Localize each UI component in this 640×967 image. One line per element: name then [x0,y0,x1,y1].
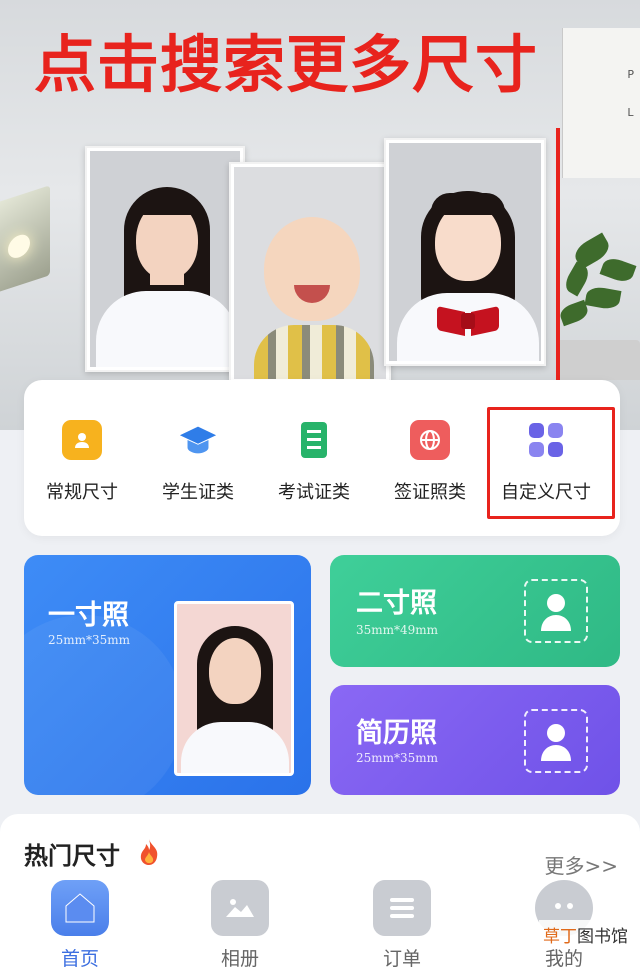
nav-album[interactable]: 相册 [200,880,280,967]
plant-decoration [540,230,640,380]
sample-photo-baby [229,162,391,384]
hero-banner: PL 点击搜索更多尺寸 [0,0,640,430]
one-inch-sample-photo [174,601,294,776]
globe-icon [410,420,450,460]
two-inch-photo-card[interactable]: 二寸照 35mm*49mm [330,555,620,667]
category-label: 学生证类 [162,482,234,503]
hero-headline: 点击搜索更多尺寸 [34,28,539,101]
fire-icon [140,839,158,865]
nav-orders[interactable]: 订单 [362,880,442,967]
one-inch-title: 一寸照 [48,600,129,631]
custom-size-highlight [487,407,615,519]
order-list-icon [373,880,431,936]
watermark: 草丁图书馆 [539,920,632,949]
photo-placeholder [524,709,588,773]
one-inch-photo-card[interactable]: 一寸照 25mm*35mm [24,555,311,795]
category-exam-id[interactable]: 考试证类 [256,420,372,504]
wall-letter: L [627,106,634,119]
nav-label: 相册 [220,948,259,967]
category-label: 签证照类 [394,482,466,503]
sample-photo-girl [384,138,546,366]
resume-title: 简历照 [356,718,437,749]
document-list-icon [294,420,334,460]
nav-home[interactable]: 首页 [40,880,120,967]
gallery-icon [211,880,269,936]
resume-photo-card[interactable]: 简历照 25mm*35mm [330,685,620,795]
category-label: 考试证类 [278,482,350,503]
person-badge-icon [62,420,102,460]
category-regular-size[interactable]: 常规尺寸 [24,420,140,504]
two-inch-size: 35mm*49mm [356,623,439,637]
wall-letter: P [627,68,634,81]
graduation-cap-icon [178,420,218,460]
category-card: 常规尺寸 学生证类 考试证类 签证照类 自定义尺寸 [24,380,620,536]
home-icon [51,880,109,936]
nav-label: 首页 [60,948,99,967]
resume-size: 25mm*35mm [356,751,439,765]
hot-sizes-title: 热门尺寸 [24,842,120,870]
category-label: 常规尺寸 [46,482,118,503]
wall-sign: PL [562,28,640,178]
lamp-decoration [0,185,50,295]
photo-placeholder [524,579,588,643]
category-student-id[interactable]: 学生证类 [140,420,256,504]
pointer-arrow-line [556,128,560,408]
more-sizes-link[interactable]: 更多>> [544,850,618,879]
two-inch-title: 二寸照 [356,588,437,619]
avatar-placeholder-icon [541,594,571,631]
sample-photo-woman [85,146,245,372]
nav-label: 订单 [382,948,421,967]
one-inch-size: 25mm*35mm [48,633,131,647]
category-visa-photo[interactable]: 签证照类 [372,420,488,504]
avatar-placeholder-icon [541,724,571,761]
